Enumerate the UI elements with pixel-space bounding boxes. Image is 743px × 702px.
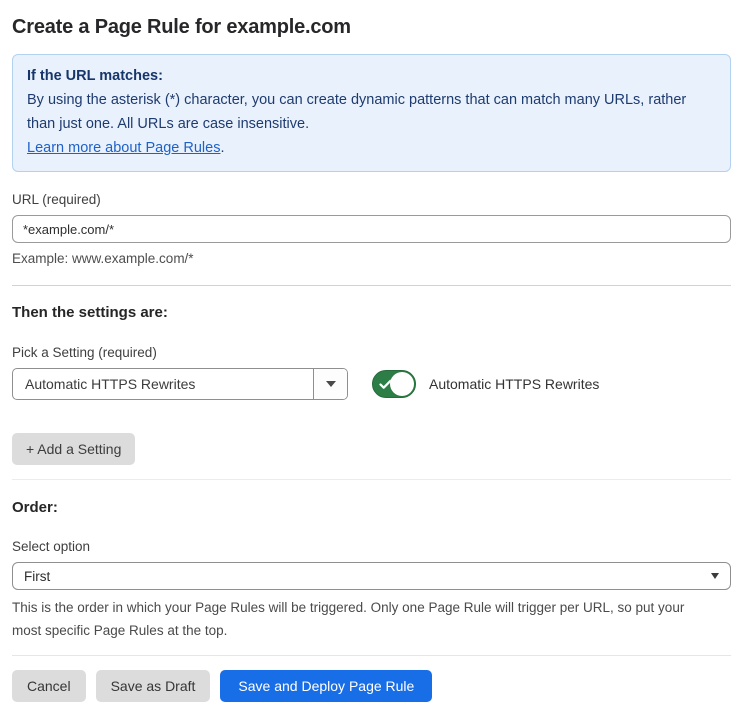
order-section-heading: Order: <box>12 499 58 516</box>
url-field-label: URL (required) <box>12 192 101 207</box>
order-select[interactable]: First <box>12 562 731 590</box>
divider <box>12 285 731 286</box>
setting-toggle-label: Automatic HTTPS Rewrites <box>429 376 600 392</box>
chevron-down-icon <box>711 573 719 579</box>
url-input[interactable] <box>12 215 731 243</box>
order-select-label: Select option <box>12 539 91 554</box>
save-as-draft-button[interactable]: Save as Draft <box>95 670 211 702</box>
order-select-value: First <box>24 568 51 584</box>
create-page-rule-form: Create a Page Rule for example.com If th… <box>0 0 743 702</box>
url-example-helper: Example: www.example.com/* <box>12 251 194 266</box>
divider <box>12 479 731 480</box>
setting-picker-label: Pick a Setting (required) <box>12 345 157 360</box>
info-box-heading: If the URL matches: <box>27 68 163 84</box>
setting-select[interactable]: Automatic HTTPS Rewrites <box>12 368 348 400</box>
cancel-button[interactable]: Cancel <box>12 670 86 702</box>
page-title: Create a Page Rule for example.com <box>12 16 351 38</box>
toggle-knob <box>390 372 414 396</box>
form-actions: Cancel Save as Draft Save and Deploy Pag… <box>12 656 731 702</box>
link-suffix: . <box>220 140 225 156</box>
learn-more-link[interactable]: Learn more about Page Rules <box>27 140 220 156</box>
chevron-down-icon <box>325 381 336 387</box>
setting-select-value: Automatic HTTPS Rewrites <box>25 376 196 392</box>
settings-section-heading: Then the settings are: <box>12 304 168 321</box>
add-setting-button[interactable]: + Add a Setting <box>12 433 136 465</box>
order-helper-text: This is the order in which your Page Rul… <box>12 600 685 638</box>
setting-row: Automatic HTTPS Rewrites Automatic HTTPS… <box>12 368 731 400</box>
setting-select-arrow-button[interactable] <box>313 369 347 399</box>
url-match-info-box: If the URL matches: By using the asteris… <box>12 54 731 172</box>
info-box-footer: Learn more about Page Rules. <box>27 136 716 160</box>
save-and-deploy-button[interactable]: Save and Deploy Page Rule <box>220 670 433 702</box>
setting-toggle[interactable] <box>372 370 416 398</box>
info-box-body: By using the asterisk (*) character, you… <box>27 92 687 132</box>
